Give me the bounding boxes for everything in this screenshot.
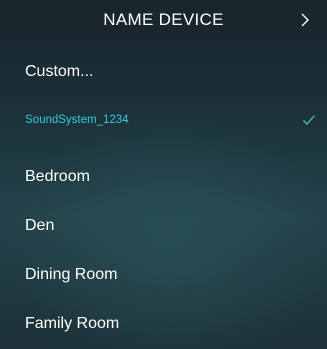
- list-item-bedroom[interactable]: Bedroom: [0, 156, 327, 198]
- list-item-den[interactable]: Den: [0, 205, 327, 247]
- list-item-soundsystem[interactable]: SoundSystem_1234: [0, 100, 327, 142]
- list-item-custom[interactable]: Custom...: [0, 52, 327, 92]
- name-device-screen: NAME DEVICE Custom... SoundSystem_1234 B…: [0, 0, 327, 349]
- list-item-label-selected: SoundSystem_1234: [25, 114, 129, 126]
- list-item-label: Bedroom: [25, 168, 90, 185]
- list-item-label: Custom...: [25, 63, 94, 80]
- list-item-label: Den: [25, 217, 55, 234]
- list-item-dining-room[interactable]: Dining Room: [0, 254, 327, 296]
- checkmark-icon: [303, 115, 315, 125]
- list-item-family-room[interactable]: Family Room: [0, 303, 327, 345]
- list-item-label: Family Room: [25, 315, 120, 332]
- next-button[interactable]: [286, 0, 322, 40]
- header-bar: NAME DEVICE: [0, 0, 327, 40]
- chevron-right-icon: [301, 13, 309, 27]
- list-item-label: Dining Room: [25, 266, 118, 283]
- page-title: NAME DEVICE: [103, 10, 224, 29]
